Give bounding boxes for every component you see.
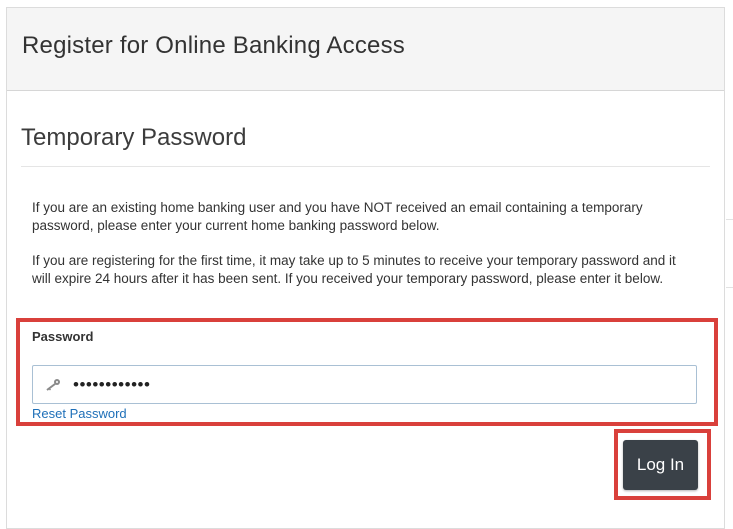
section-title: Temporary Password (21, 124, 247, 151)
login-button[interactable]: Log In (623, 440, 698, 490)
instruction-paragraph-new-user: If you are registering for the first tim… (32, 253, 676, 286)
reset-password-link[interactable]: Reset Password (32, 406, 127, 421)
page-title: Register for Online Banking Access (22, 32, 405, 59)
divider (726, 219, 733, 220)
key-icon (46, 379, 60, 391)
panel-header: Register for Online Banking Access (7, 8, 724, 91)
right-edge-strip (726, 7, 733, 517)
password-input[interactable]: •••••••••••• (32, 365, 697, 404)
section-divider (21, 166, 710, 167)
password-label: Password (32, 329, 94, 344)
instruction-paragraph-existing-user: If you are an existing home banking user… (32, 200, 643, 233)
divider (726, 287, 733, 288)
password-value: •••••••••••• (73, 375, 151, 394)
